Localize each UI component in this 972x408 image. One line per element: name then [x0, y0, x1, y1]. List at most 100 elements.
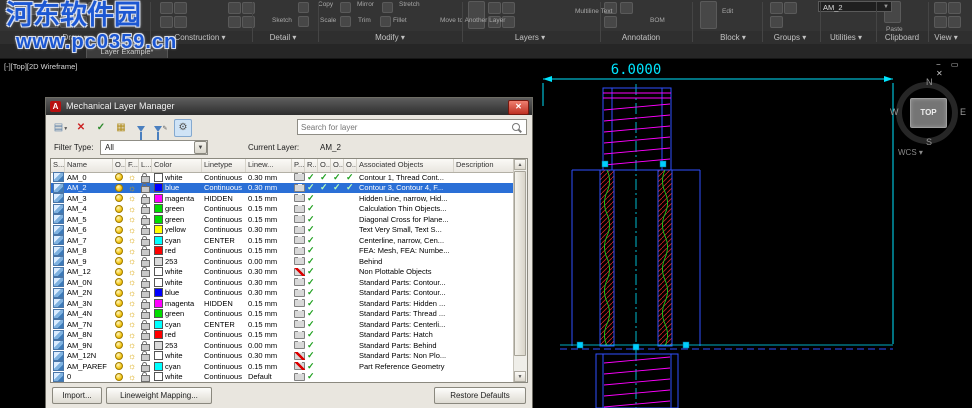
color-swatch[interactable]	[154, 225, 163, 235]
layer-lock-icon[interactable]	[141, 214, 150, 225]
color-swatch[interactable]	[154, 330, 163, 340]
table-row[interactable]: 0 ☼ white Continuous Default ✓	[51, 371, 514, 382]
layer-lineweight[interactable]: 0.15 mm	[246, 362, 292, 371]
layer-lock-icon[interactable]	[141, 172, 150, 183]
layer-linetype[interactable]: Continuous	[202, 288, 246, 297]
ribbon-tool-icon[interactable]	[770, 2, 783, 14]
layer-lock-icon[interactable]	[141, 330, 150, 341]
ribbon-panel-modify[interactable]: Modify ▾	[375, 33, 405, 42]
color-swatch[interactable]	[154, 235, 163, 245]
layer-color[interactable]: red	[152, 246, 202, 256]
table-row[interactable]: AM_6 ☼ yellow Continuous 0.30 mm ✓ Text Very S…	[51, 224, 514, 236]
layer-linetype[interactable]: Continuous	[202, 204, 246, 213]
layer-lineweight[interactable]: 0.15 mm	[246, 320, 292, 329]
viewcube-west[interactable]: W	[890, 107, 899, 117]
layer-linetype[interactable]: CENTER	[202, 236, 246, 245]
ribbon-panel-construction[interactable]: Construction ▾	[174, 33, 225, 42]
ribbon-tool-icon[interactable]	[88, 2, 101, 14]
plot-icon[interactable]	[294, 204, 305, 213]
restore-defaults-button[interactable]: Restore Defaults	[434, 387, 526, 404]
viewcube-south[interactable]: S	[926, 137, 932, 147]
ribbon-tool-icon[interactable]	[74, 16, 87, 28]
plot-icon[interactable]	[294, 341, 305, 350]
layer-freeze-icon[interactable]: ☼	[128, 331, 136, 339]
ribbon-tool-label[interactable]: BOM	[650, 17, 665, 24]
dialog-close-icon[interactable]: ✕	[508, 100, 529, 115]
layer-on-icon[interactable]	[115, 215, 123, 224]
column-header[interactable]: O...	[344, 159, 357, 172]
table-row[interactable]: AM_7N ☼ cyan CENTER 0.15 mm ✓ Standard Parts: …	[51, 319, 514, 330]
color-swatch[interactable]	[154, 172, 163, 182]
layer-on-icon[interactable]	[115, 246, 123, 255]
ribbon-tool-icon[interactable]	[298, 2, 309, 13]
ribbon-tool-label[interactable]: Mirror	[357, 1, 374, 8]
layer-linetype[interactable]: Continuous	[202, 215, 246, 224]
layer-on-icon[interactable]	[115, 183, 123, 192]
layer-lock-icon[interactable]	[141, 309, 150, 320]
layer-freeze-icon[interactable]: ☼	[128, 310, 136, 318]
layer-on-icon[interactable]	[115, 236, 123, 245]
ribbon-tool-label[interactable]: Fillet	[393, 17, 407, 24]
plot-icon[interactable]	[294, 288, 305, 297]
layer-color[interactable]: yellow	[152, 225, 202, 235]
ribbon-tool-label[interactable]: Copy	[318, 1, 333, 8]
table-row[interactable]: AM_3N ☼ magenta HIDDEN 0.15 mm ✓ Standard Part…	[51, 298, 514, 309]
layer-linetype[interactable]: Continuous	[202, 362, 246, 371]
layer-color[interactable]: green	[152, 309, 202, 319]
layer-freeze-icon[interactable]: ☼	[128, 194, 136, 202]
layer-color[interactable]: 253	[152, 256, 202, 266]
ribbon-tool-icon[interactable]	[604, 16, 617, 28]
layer-linetype[interactable]: Continuous	[202, 351, 246, 360]
layer-linetype[interactable]: Continuous	[202, 173, 246, 182]
layer-freeze-icon[interactable]: ☼	[128, 341, 136, 349]
layer-color[interactable]: green	[152, 204, 202, 214]
layer-lock-icon[interactable]	[141, 235, 150, 246]
ribbon-tool-icon[interactable]	[948, 2, 961, 14]
ribbon-tool-icon[interactable]	[60, 16, 73, 28]
table-row[interactable]: AM_3 ☼ magenta HIDDEN 0.15 mm ✓ Hidden Line, n…	[51, 193, 514, 204]
ribbon-tool-icon[interactable]	[228, 16, 241, 28]
table-row[interactable]: AM_7 ☼ cyan CENTER 0.15 mm ✓ Centerline, narro…	[51, 235, 514, 246]
layer-linetype[interactable]: HIDDEN	[202, 194, 246, 203]
layer-lineweight[interactable]: 0.15 mm	[246, 194, 292, 203]
plot-icon[interactable]	[293, 267, 305, 276]
column-header[interactable]: L...	[139, 159, 152, 172]
layer-lineweight[interactable]: 0.30 mm	[246, 225, 292, 234]
viewcube-north[interactable]: N	[926, 77, 933, 87]
layer-freeze-icon[interactable]: ☼	[128, 362, 136, 370]
table-row[interactable]: AM_9N ☼ 253 Continuous 0.00 mm ✓ Standard Part…	[51, 340, 514, 351]
dialog-titlebar[interactable]: A Mechanical Layer Manager ✕	[46, 98, 532, 115]
layer-linetype[interactable]: Continuous	[202, 278, 246, 287]
scrollbar-thumb[interactable]	[514, 171, 526, 356]
settings-icon[interactable]: ⚙	[174, 119, 192, 137]
table-row[interactable]: AM_4N ☼ green Continuous 0.15 mm ✓ Standard Pa…	[51, 308, 514, 320]
ribbon-tool-icon[interactable]	[934, 2, 947, 14]
ribbon-tool-icon[interactable]	[6, 2, 24, 15]
layer-lineweight[interactable]: 0.15 mm	[246, 204, 292, 213]
layer-lock-icon[interactable]	[141, 288, 150, 299]
close-icon[interactable]: ✕	[936, 69, 945, 78]
ribbon-tool-label[interactable]: Move to Another Layer	[440, 17, 505, 24]
color-swatch[interactable]	[154, 267, 163, 277]
layer-lineweight[interactable]: 0.15 mm	[246, 299, 292, 308]
layer-lineweight[interactable]: 0.30 mm	[246, 267, 292, 276]
layer-lock-icon[interactable]	[141, 340, 150, 351]
ribbon-tool-icon[interactable]	[770, 16, 783, 28]
layer-on-icon[interactable]	[115, 320, 123, 329]
viewport-controls-label[interactable]: [-][Top][2D Wireframe]	[4, 62, 77, 71]
layer-freeze-icon[interactable]: ☼	[128, 257, 136, 265]
layer-freeze-icon[interactable]: ☼	[128, 226, 136, 234]
layer-on-icon[interactable]	[115, 267, 123, 276]
layer-linetype[interactable]: Continuous	[202, 257, 246, 266]
ribbon-tool-icon[interactable]	[24, 2, 42, 15]
ribbon-tool-label[interactable]: Multiline Text	[575, 8, 612, 15]
layer-color[interactable]: red	[152, 330, 202, 340]
ribbon-tool-icon[interactable]	[298, 16, 309, 27]
layer-color[interactable]: cyan	[152, 235, 202, 245]
layer-lineweight[interactable]: 0.00 mm	[246, 257, 292, 266]
plot-icon[interactable]	[294, 246, 305, 255]
column-header[interactable]: Associated Objects	[357, 159, 454, 172]
column-header[interactable]: Description	[454, 159, 514, 172]
column-header[interactable]: P...	[292, 159, 305, 172]
viewcube[interactable]: N W E S TOP WCS ▾	[890, 77, 970, 158]
